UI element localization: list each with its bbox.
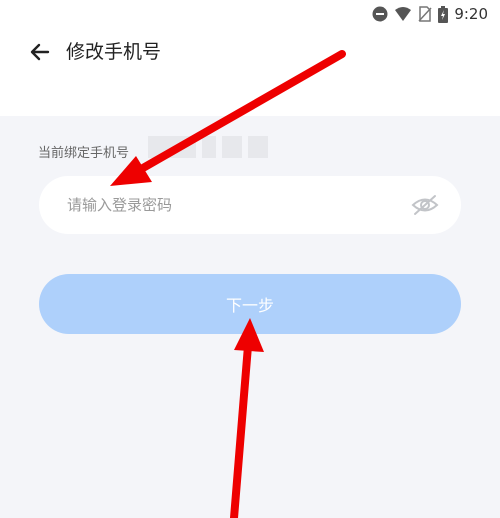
- battery-icon: [438, 5, 449, 23]
- do-not-disturb-icon: [372, 6, 388, 22]
- bound-phone-label: 当前绑定手机号: [38, 146, 130, 161]
- status-time: 9:20: [454, 5, 488, 23]
- arrow-to-next-button: [230, 342, 252, 518]
- eye-off-icon[interactable]: [411, 194, 439, 216]
- wifi-icon: [394, 6, 412, 22]
- password-field: [39, 176, 461, 234]
- status-bar: 9:20: [372, 4, 488, 24]
- page-title: 修改手机号: [66, 41, 162, 63]
- password-input[interactable]: [65, 195, 389, 215]
- masked-phone-number: [148, 136, 270, 160]
- no-sim-icon: [418, 6, 432, 22]
- next-button[interactable]: 下一步: [39, 274, 461, 334]
- back-arrow-icon[interactable]: [28, 40, 52, 64]
